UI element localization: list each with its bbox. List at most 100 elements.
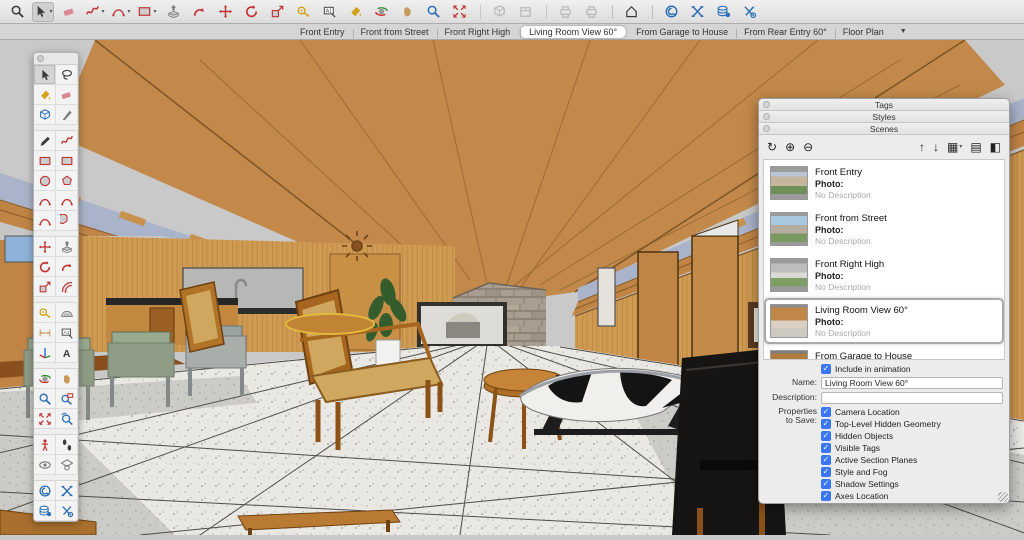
property-checkbox[interactable]: ✓ [821,443,831,453]
scene-description-input[interactable] [821,392,1003,404]
line-tool[interactable] [34,131,56,151]
eraser-tool[interactable] [56,85,78,105]
arc-tool[interactable]: ▾ [110,2,132,22]
shared-models-tool[interactable] [34,501,56,521]
property-checkbox[interactable]: ✓ [821,407,831,417]
rotate-tool[interactable] [34,257,56,277]
close-icon[interactable] [37,55,44,62]
scene-tab[interactable]: Living Room View 60° [520,26,626,38]
polygon-tool[interactable] [56,171,78,191]
section-plane-tool[interactable] [56,455,78,475]
extension-manager-tool[interactable]: ▾ [738,2,760,22]
dimension-tool[interactable] [34,323,56,343]
freehand-tool[interactable]: ▾ [84,2,106,22]
axes-tool[interactable] [34,343,56,363]
panel-resize-handle[interactable] [998,492,1008,502]
rotate-tool[interactable]: ▾ [240,2,262,22]
rotated-rectangle-tool[interactable] [56,151,78,171]
paint-bucket-tool[interactable]: ▾ [344,2,366,22]
zoom-view-tool[interactable]: ▾ [422,2,444,22]
export-tool[interactable]: ▾ [580,2,602,22]
scene-list-item[interactable]: Living Room View 60° Photo: No Descripti… [764,298,1004,344]
scene-tab[interactable]: Floor Plan [835,26,892,38]
two-point-arc-tool[interactable] [56,191,78,211]
toggle-details-pane[interactable]: ◧▾ [990,141,1001,153]
position-camera-tool[interactable] [34,435,56,455]
make-component-tool[interactable] [34,105,56,125]
select-tool[interactable]: ▾ [32,2,54,22]
push-pull-tool[interactable]: ▾ [162,2,184,22]
scene-name-input[interactable] [821,377,1003,389]
panel-header[interactable]: Scenes [759,123,1009,135]
text-tool[interactable] [56,323,78,343]
offset-tool[interactable] [56,277,78,297]
package-tool[interactable]: ▾ [514,2,536,22]
move-tool[interactable]: ▾ [214,2,236,22]
three-point-arc-tool[interactable] [34,211,56,231]
property-checkbox[interactable]: ✓ [821,431,831,441]
zoom-tool[interactable] [34,389,56,409]
lasso-tool[interactable] [56,65,78,85]
include-in-animation-checkbox[interactable]: ✓ [821,364,831,374]
print-tool[interactable]: ▾ [554,2,576,22]
zoom-extents-tool[interactable] [34,409,56,429]
scale-tool[interactable] [34,277,56,297]
view-options[interactable]: ▦▾ [947,141,962,153]
scene-list-item[interactable]: From Garage to House Photo: No Descripti… [764,344,1004,360]
look-around-tool[interactable] [34,455,56,475]
zoom-window-tool[interactable] [56,389,78,409]
scene-tab[interactable]: From Garage to House [628,26,736,38]
update-scene[interactable]: ↻▾ [767,141,777,153]
component-tool[interactable]: ▾ [488,2,510,22]
property-checkbox[interactable]: ✓ [821,455,831,465]
property-checkbox[interactable]: ✓ [821,491,831,501]
property-checkbox[interactable]: ✓ [821,479,831,489]
extension-manager-tool[interactable] [56,501,78,521]
circle-tool[interactable] [34,171,56,191]
add-scene[interactable]: ⊕▾ [785,141,795,153]
scene-tab[interactable]: Front Entry [292,26,353,38]
property-checkbox[interactable]: ✓ [821,419,831,429]
scene-tab[interactable]: Front from Street [353,26,437,38]
select-tool[interactable] [34,65,56,85]
home-tool[interactable]: ▾ [620,2,642,22]
arc-tool[interactable] [34,191,56,211]
property-checkbox[interactable]: ✓ [821,467,831,477]
walk-tool[interactable] [56,435,78,455]
tape-measure-tool[interactable] [34,303,56,323]
orbit-tool[interactable] [34,369,56,389]
scene-list-item[interactable]: Front Entry Photo: No Description [764,160,1004,206]
previous-view-tool[interactable] [56,409,78,429]
remove-scene[interactable]: ⊖▾ [803,141,813,153]
panel-header[interactable]: Styles [759,111,1009,123]
shared-models-tool[interactable]: ▾ [712,2,734,22]
scene-tabs-overflow-icon[interactable]: ▼ [892,27,915,36]
move-scene-down[interactable]: ↓▾ [933,141,939,153]
scene-list-item[interactable]: Front Right High Photo: No Description [764,252,1004,298]
scene-tab[interactable]: Front Right High [437,26,519,38]
3d-warehouse-tool[interactable]: ▾ [660,2,682,22]
palette-title-bar[interactable] [34,53,78,65]
move-tool[interactable] [34,237,56,257]
pie-tool[interactable] [56,211,78,231]
move-scene-up[interactable]: ↑▾ [919,141,925,153]
eraser-tool[interactable]: ▾ [58,2,80,22]
follow-me-tool[interactable]: ▾ [188,2,210,22]
protractor-tool[interactable] [56,303,78,323]
extension-warehouse-tool[interactable] [56,481,78,501]
zoom-tool[interactable]: ▾ [6,2,28,22]
follow-me-tool[interactable] [56,257,78,277]
pan-tool[interactable] [56,369,78,389]
text-tool[interactable]: ▾ [318,2,340,22]
panel-header[interactable]: Tags [759,99,1009,111]
show-details[interactable]: ▤▾ [970,141,981,153]
pan-tool[interactable]: ▾ [396,2,418,22]
push-pull-tool[interactable] [56,237,78,257]
rectangle-tool[interactable] [34,151,56,171]
scene-list-item[interactable]: Front from Street Photo: No Description [764,206,1004,252]
freehand-tool[interactable] [56,131,78,151]
extension-warehouse-tool[interactable]: ▾ [686,2,708,22]
knife-tool[interactable] [56,105,78,125]
zoom-extents-tool[interactable]: ▾ [448,2,470,22]
scale-tool[interactable]: ▾ [266,2,288,22]
